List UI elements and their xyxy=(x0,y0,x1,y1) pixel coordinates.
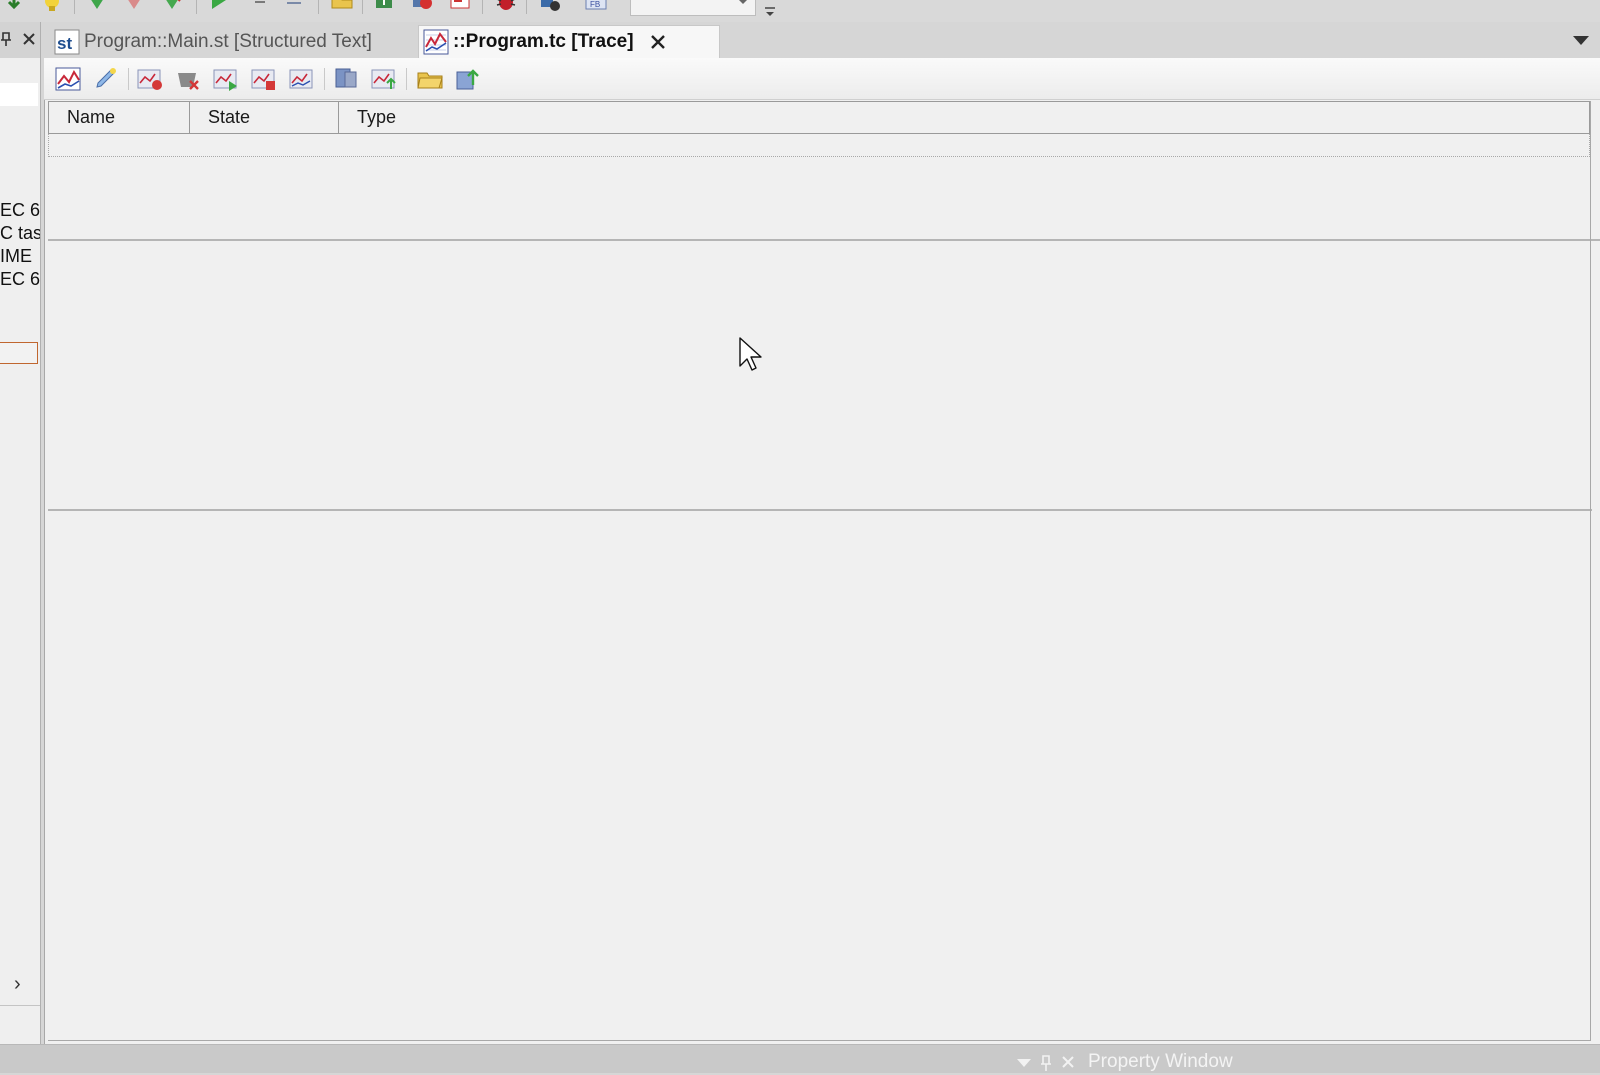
pin-icon[interactable] xyxy=(0,32,12,46)
toolbar-separator xyxy=(318,0,319,14)
red-shield-icon[interactable] xyxy=(122,0,146,13)
monitor-icon[interactable] xyxy=(332,65,360,93)
left-panel-text-2: C tas xyxy=(0,223,41,243)
network-device-icon[interactable] xyxy=(538,0,562,13)
stop-trace-icon[interactable] xyxy=(250,65,278,93)
left-docked-panel: EC 6 C tas IME EC 6 › xyxy=(0,22,41,1044)
toolbar-separator xyxy=(74,0,75,14)
trace-toolbar xyxy=(44,58,1600,100)
upload-icon[interactable] xyxy=(454,65,482,93)
folder-icon[interactable] xyxy=(330,0,354,13)
svg-text:FB: FB xyxy=(590,0,600,9)
online-connect-icon[interactable] xyxy=(410,0,434,13)
toolbar-separator xyxy=(482,0,483,14)
function-block-icon[interactable]: FB xyxy=(584,0,608,13)
trace-variable-grid-header: Name State Type xyxy=(48,101,1590,134)
bottom-docked-bar: Property Window xyxy=(0,1044,1600,1073)
structured-text-icon: st xyxy=(54,29,80,54)
tab-program-trace[interactable]: ::Program.tc [Trace] xyxy=(418,25,720,58)
horizontal-splitter[interactable] xyxy=(48,509,1592,511)
left-panel-selected-field[interactable] xyxy=(0,342,38,364)
grid-new-row[interactable] xyxy=(48,134,1590,157)
left-panel-header xyxy=(0,22,40,58)
tab-list-dropdown-icon[interactable] xyxy=(1572,34,1590,46)
divider xyxy=(0,1005,40,1006)
column-header-name[interactable]: Name xyxy=(49,102,190,133)
dropdown-arrow-icon[interactable] xyxy=(1016,1058,1032,1068)
toolbar-separator xyxy=(324,68,325,90)
tab-label: ::Program.tc [Trace] xyxy=(453,31,634,52)
trace-chart-icon xyxy=(423,29,449,55)
tab-main-st[interactable]: st Program::Main.st [Structured Text] xyxy=(50,25,405,58)
export-chart-icon[interactable] xyxy=(370,65,398,93)
compile-icon[interactable] xyxy=(448,0,472,13)
chevron-down-icon xyxy=(738,0,748,4)
expand-panel-button[interactable]: › xyxy=(14,974,30,994)
column-header-type[interactable]: Type xyxy=(339,102,1589,133)
green-check-shield-icon[interactable] xyxy=(85,0,109,13)
column-header-state[interactable]: State xyxy=(190,102,339,133)
edit-pencil-icon[interactable] xyxy=(92,65,120,93)
green-arrow-shield-icon[interactable] xyxy=(160,0,184,13)
left-panel-search-field[interactable] xyxy=(0,83,38,106)
delete-trace-icon[interactable] xyxy=(174,65,202,93)
main-toolbar: FB xyxy=(0,0,1600,22)
toolbar-separator xyxy=(362,0,363,14)
trace-editor xyxy=(44,58,1600,1044)
left-panel-text-4: EC 6 xyxy=(0,269,41,289)
close-tab-icon[interactable] xyxy=(648,32,668,52)
pin-icon[interactable] xyxy=(1040,1055,1052,1071)
editor-border xyxy=(1590,101,1591,1041)
step-back-icon[interactable] xyxy=(283,0,307,13)
start-trace-icon[interactable] xyxy=(212,65,240,93)
reset-trace-icon[interactable] xyxy=(288,65,316,93)
open-folder-icon[interactable] xyxy=(416,65,444,93)
run-play-icon[interactable] xyxy=(206,0,230,13)
close-icon[interactable] xyxy=(1060,1054,1076,1070)
toolbar-separator xyxy=(526,0,527,14)
document-tab-strip: st Program::Main.st [Structured Text] ::… xyxy=(44,22,1600,58)
editor-border xyxy=(48,1040,1591,1041)
add-trace-icon[interactable] xyxy=(136,65,164,93)
download-to-device-icon[interactable] xyxy=(372,0,396,13)
debug-bug-icon[interactable] xyxy=(494,0,518,13)
toolbar-separator xyxy=(196,0,197,14)
trace-chart-icon[interactable] xyxy=(54,65,82,93)
left-panel-text-3: IME xyxy=(0,246,33,266)
horizontal-splitter[interactable] xyxy=(48,239,1600,241)
step-lines-icon[interactable] xyxy=(245,0,269,13)
toolbar-separator xyxy=(406,68,407,90)
mode-dropdown[interactable] xyxy=(630,0,756,16)
lightbulb-icon[interactable] xyxy=(40,0,64,13)
toolbar-separator xyxy=(128,68,129,90)
close-icon[interactable] xyxy=(21,31,37,47)
mouse-pointer-icon xyxy=(739,337,762,371)
property-window-title[interactable]: Property Window xyxy=(1088,1049,1233,1075)
download-arrow-icon[interactable] xyxy=(2,0,26,13)
tab-label: Program::Main.st [Structured Text] xyxy=(84,30,372,52)
toolbar-overflow-icon[interactable] xyxy=(762,4,778,20)
svg-text:st: st xyxy=(57,34,72,53)
left-panel-text-1: EC 6 xyxy=(0,200,41,220)
